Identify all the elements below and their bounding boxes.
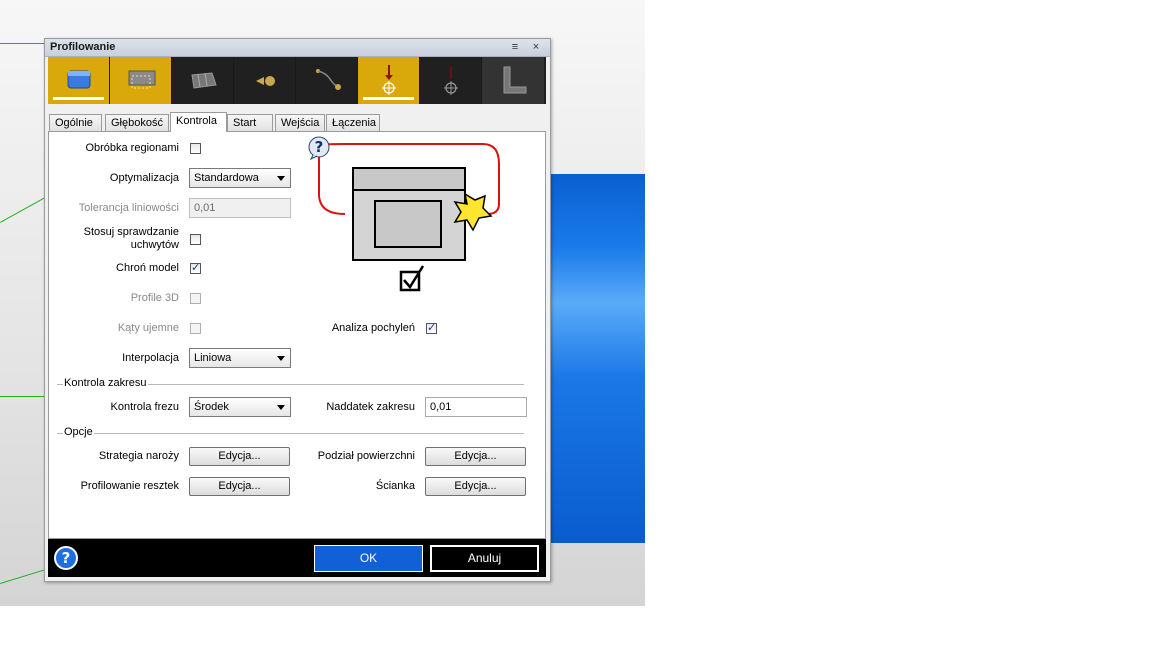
tab-label: Kontrola [176,115,217,127]
tool-active-underline [53,97,104,100]
wall-label: Ścianka [375,480,415,492]
slope-analysis-label: Analiza pochyleń [331,322,415,334]
guide-line [0,396,44,397]
surface-split-edit-button[interactable]: Edycja... [425,447,526,466]
svg-text:?: ? [315,138,324,156]
cutter-control-value: Środek [194,401,229,413]
preview-illustration [318,143,500,292]
cancel-button[interactable]: Anuluj [430,545,539,572]
optimization-select[interactable]: Standardowa [189,168,291,188]
range-group-title: Kontrola zakresu [63,377,148,389]
tab-control[interactable]: Kontrola [170,112,227,132]
optimization-value: Standardowa [194,172,259,184]
interpolation-label: Interpolacja [122,352,179,364]
corner-strategy-label: Strategia naroży [98,450,179,462]
tab-label: Ogólnie [55,117,93,129]
tool-end-point[interactable] [420,57,482,104]
tab-general[interactable]: Ogólnie [49,114,102,131]
chevron-down-icon [277,356,285,361]
dialog-title: Profilowanie [50,41,116,53]
ok-button[interactable]: OK [314,545,423,572]
holders-checkbox[interactable] [190,234,201,245]
help-bubble-icon[interactable]: ? [307,136,331,160]
range-allowance-input[interactable]: 0,01 [425,397,527,417]
optimization-label: Optymalizacja [109,172,179,184]
close-icon[interactable]: × [529,40,543,54]
options-group-divider [57,433,524,434]
tab-label: Głębokość [111,117,163,129]
tool-icon [256,76,275,86]
wall-edit-button[interactable]: Edycja... [425,477,526,496]
strategy-toolbar [48,57,546,104]
boundary-icon [128,70,156,89]
cutter-control-label: Kontrola frezu [110,401,179,413]
guide-line [0,43,44,44]
protect-label: Chroń model [116,262,179,274]
chevron-down-icon [277,176,285,181]
tool-boundary[interactable] [110,57,172,104]
viewport-blue-panel [548,174,645,543]
chevron-down-icon [277,405,285,410]
corner-icon [503,66,527,94]
tab-leads[interactable]: Wejścia [275,114,325,131]
tool-start-point[interactable] [358,57,420,104]
interpolation-select[interactable]: Liniowa [189,348,291,368]
slope-analysis-checkbox[interactable] [426,321,437,334]
tab-label: Łączenia [332,117,377,129]
link-path-icon [316,69,341,90]
svg-text:?: ? [62,549,71,567]
rest-profiling-label: Profilowanie resztek [80,480,179,492]
interpolation-value: Liniowa [194,352,232,364]
negative-angles-label: Kąty ujemne [117,322,179,334]
end-point-icon [444,67,458,95]
tool-corner[interactable] [482,57,544,104]
tool-surface[interactable] [172,57,234,104]
tab-start[interactable]: Start [227,114,273,131]
cutter-control-select[interactable]: Środek [189,397,291,417]
model-pocket [374,200,442,248]
surface-split-label: Podział powierzchni [317,450,415,462]
tool-cutter[interactable] [234,57,296,104]
rest-profiling-edit-button[interactable]: Edycja... [189,477,290,496]
tab-content-control: Obróbka regionami Optymalizacja Standard… [48,131,546,539]
help-circle-icon[interactable]: ? [54,546,78,570]
tool-active-underline [363,97,414,100]
profile3d-checkbox[interactable] [190,293,201,304]
profiling-dialog: Profilowanie ≡ × Ogólnie Głębokość Kontr… [44,38,551,582]
negative-angles-checkbox[interactable] [190,323,201,334]
title-bar[interactable]: Profilowanie ≡ × [45,39,550,57]
tool-profile-block[interactable] [48,57,110,104]
linearity-input[interactable]: 0,01 [189,198,291,218]
holders-label: Stosuj sprawdzanie uchwytów [84,226,179,252]
regions-label: Obróbka regionami [85,142,179,154]
surface-icon [191,72,217,89]
tab-label: Wejścia [281,117,320,129]
tab-label: Start [233,117,257,129]
checkbox-checked-icon [399,265,425,292]
dialog-footer: ? OK Anuluj [48,539,546,577]
options-group-title: Opcje [63,426,94,438]
range-allowance-label: Naddatek zakresu [326,401,415,413]
corner-strategy-edit-button[interactable]: Edycja... [189,447,290,466]
protect-checkbox[interactable] [190,261,201,274]
model-top [352,167,466,191]
regions-checkbox[interactable] [190,143,201,154]
tab-links[interactable]: Łączenia [326,114,380,131]
linearity-label: Tolerancja liniowości [78,202,179,214]
holders-label-line2: uchwytów [130,239,179,251]
tool-link-path[interactable] [296,57,358,104]
holders-label-line1: Stosuj sprawdzanie [83,226,179,238]
tab-depth[interactable]: Głębokość [105,114,169,131]
profile3d-label: Profile 3D [130,292,179,304]
menu-icon[interactable]: ≡ [508,40,522,54]
